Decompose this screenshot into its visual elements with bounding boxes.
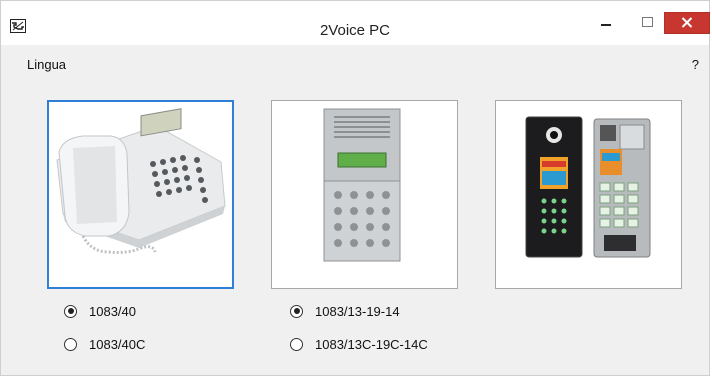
radio-button[interactable] [290,337,303,351]
menu-lingua[interactable]: Lingua [27,57,66,72]
radio-option-1083-13c-19c-14c[interactable]: 1083/13C-19C-14C [290,335,428,353]
radio-button[interactable] [290,304,303,318]
radio-button[interactable] [64,337,77,351]
maximize-button[interactable] [633,11,663,37]
minimize-icon [601,24,611,26]
menu-bar: Lingua ? [9,51,705,75]
close-icon [681,17,693,28]
radio-option-1083-40c[interactable]: 1083/40C [64,335,145,353]
menu-help[interactable]: ? [692,57,699,72]
radio-label: 1083/13-19-14 [315,303,400,319]
minimize-button[interactable] [591,11,621,37]
keypad-door-panel-image [323,108,401,262]
device-panel-video[interactable] [495,100,682,289]
radio-option-1083-40[interactable]: 1083/40 [64,302,136,320]
radio-option-1083-13-19-14[interactable]: 1083/13-19-14 [290,302,400,320]
desk-phone-image [56,108,226,254]
radio-label: 1083/13C-19C-14C [315,336,428,352]
app-window: 2Voice PC Lingua ? 1083/40 1083/40C 1083… [0,0,710,376]
title-bar[interactable]: 2Voice PC [1,1,710,45]
maximize-icon [642,17,653,27]
video-door-panels-image [525,116,651,258]
device-panel-keypad[interactable] [271,100,458,289]
device-panel-desk-phone[interactable] [47,100,234,289]
radio-button[interactable] [64,304,77,318]
radio-label: 1083/40C [89,336,146,352]
radio-label: 1083/40 [89,303,136,319]
close-button[interactable] [664,12,710,34]
